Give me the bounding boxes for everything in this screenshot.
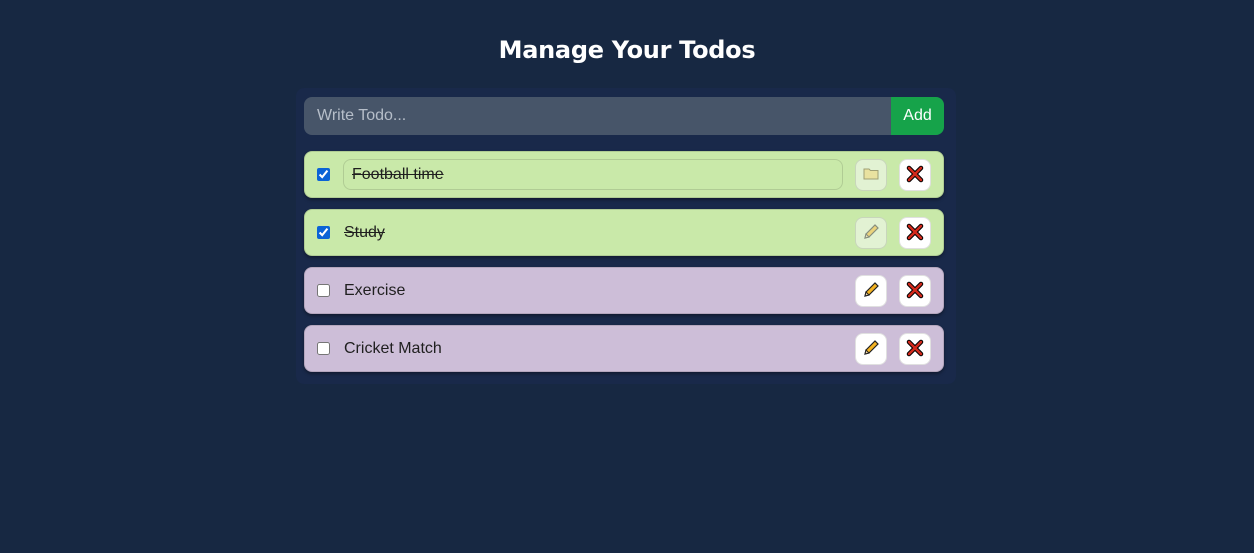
pencil-icon	[862, 223, 880, 244]
delete-button[interactable]	[899, 217, 931, 249]
todo-item	[304, 151, 944, 198]
delete-button[interactable]	[899, 333, 931, 365]
delete-button[interactable]	[899, 275, 931, 307]
add-button[interactable]: Add	[891, 97, 944, 135]
save-button[interactable]	[855, 159, 887, 191]
folder-icon	[863, 167, 879, 183]
todo-input[interactable]	[304, 97, 891, 135]
pencil-icon	[862, 281, 880, 302]
close-icon	[906, 165, 924, 186]
todo-item	[304, 209, 944, 256]
close-icon	[906, 223, 924, 244]
add-todo-form: Add	[304, 97, 944, 135]
todo-text-field[interactable]	[343, 159, 843, 190]
close-icon	[906, 281, 924, 302]
page-title: Manage Your Todos	[498, 36, 756, 64]
pencil-icon	[862, 339, 880, 360]
todo-item	[304, 267, 944, 314]
todo-checkbox[interactable]	[317, 226, 330, 239]
todo-checkbox[interactable]	[317, 284, 330, 297]
delete-button[interactable]	[899, 159, 931, 191]
todo-text-field[interactable]	[343, 333, 843, 364]
edit-button[interactable]	[855, 275, 887, 307]
todo-text-field[interactable]	[343, 275, 843, 306]
edit-button[interactable]	[855, 217, 887, 249]
edit-button[interactable]	[855, 333, 887, 365]
todo-text-field[interactable]	[343, 217, 843, 248]
close-icon	[906, 339, 924, 360]
todo-checkbox[interactable]	[317, 168, 330, 181]
todo-page: Manage Your Todos Add	[0, 0, 1254, 553]
todo-item	[304, 325, 944, 372]
todo-checkbox[interactable]	[317, 342, 330, 355]
